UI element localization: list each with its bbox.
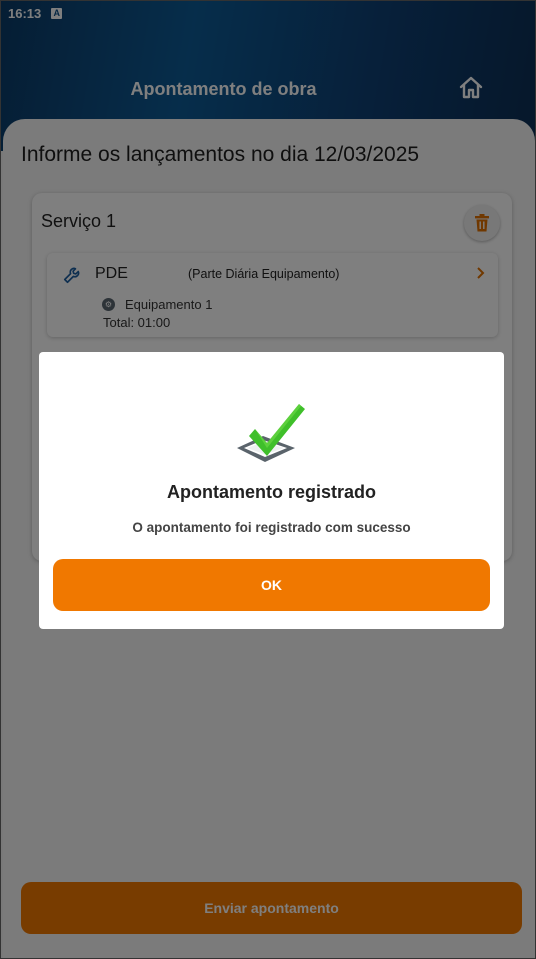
dialog-message: O apontamento foi registrado com sucesso bbox=[132, 520, 411, 535]
ok-button[interactable]: OK bbox=[53, 559, 490, 611]
checkmark-box-icon bbox=[237, 404, 305, 462]
app-screen: 16:13 A Apontamento de obra Informe os l… bbox=[0, 0, 536, 959]
success-dialog: Apontamento registrado O apontamento foi… bbox=[39, 352, 504, 629]
dialog-title: Apontamento registrado bbox=[166, 482, 376, 502]
